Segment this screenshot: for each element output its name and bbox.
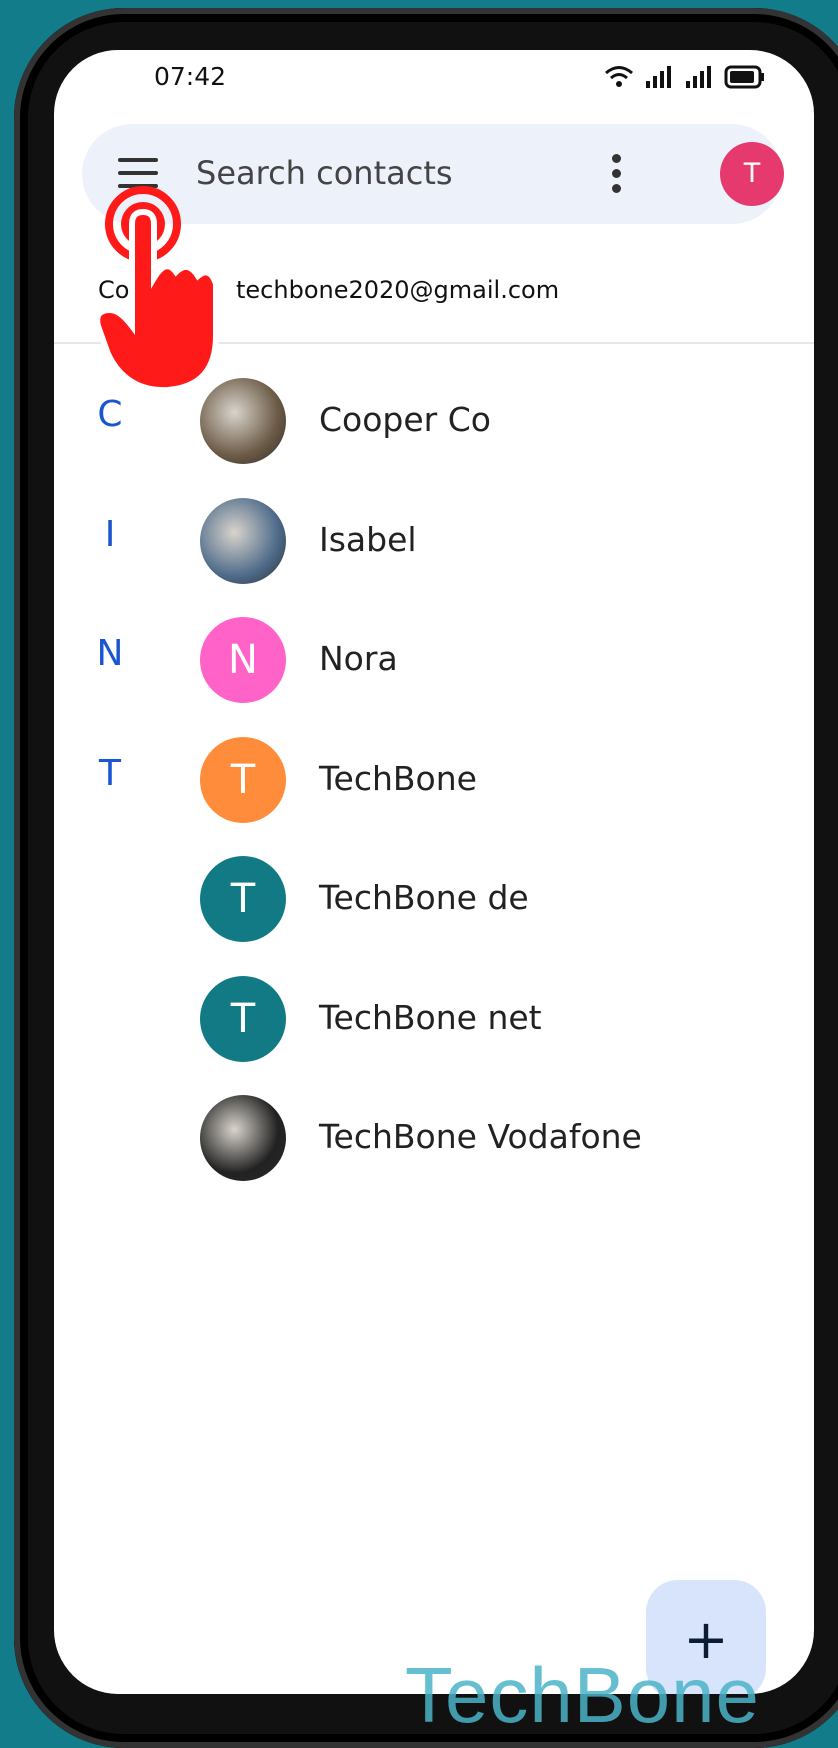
signal-icon bbox=[646, 66, 671, 88]
contact-avatar[interactable]: N bbox=[200, 617, 286, 703]
status-time: 07:42 bbox=[154, 62, 227, 91]
contact-name: TechBone bbox=[319, 758, 477, 798]
section-letter: N bbox=[96, 633, 124, 674]
more-options-icon[interactable] bbox=[610, 154, 622, 194]
contact-name: Cooper Co bbox=[319, 400, 491, 439]
wifi-icon bbox=[605, 66, 633, 87]
contact-name: Nora bbox=[319, 639, 398, 678]
contact-name: TechBone Vodafone bbox=[319, 1117, 642, 1156]
contact-row[interactable]: T TechBone de bbox=[54, 838, 814, 958]
status-icons bbox=[604, 64, 766, 90]
contact-name: TechBone de bbox=[319, 878, 529, 917]
search-input[interactable]: Search contacts bbox=[196, 154, 453, 192]
contact-avatar[interactable] bbox=[200, 497, 286, 584]
account-email: techbone2020@gmail.com bbox=[236, 276, 560, 304]
contact-avatar[interactable]: T bbox=[200, 856, 286, 942]
contact-name: Isabel bbox=[319, 519, 417, 559]
menu-icon[interactable] bbox=[118, 158, 158, 188]
contact-avatar[interactable] bbox=[200, 1095, 286, 1181]
tap-hand-icon bbox=[96, 186, 219, 394]
section-letter: T bbox=[99, 752, 121, 794]
signal-icon-2 bbox=[686, 66, 711, 88]
watermark: TechBone bbox=[405, 1651, 760, 1739]
contact-row[interactable]: T T TechBone bbox=[54, 719, 814, 839]
contact-avatar[interactable]: T bbox=[200, 975, 286, 1062]
section-letter: C bbox=[97, 394, 123, 435]
contact-row[interactable]: TechBone Vodafone bbox=[54, 1077, 814, 1197]
contact-avatar[interactable]: T bbox=[200, 736, 286, 823]
contact-row[interactable]: N N Nora bbox=[54, 599, 814, 719]
section-letter: I bbox=[104, 513, 116, 555]
contact-row[interactable]: I Isabel bbox=[54, 480, 814, 600]
contact-list: C Cooper Co I Isabel N N Nora T T TechBone T TechBo… bbox=[54, 360, 814, 1197]
contact-row[interactable]: T TechBone net bbox=[54, 958, 814, 1078]
status-bar: 07:42 bbox=[54, 50, 814, 110]
contact-name: TechBone net bbox=[319, 997, 542, 1037]
battery-icon bbox=[724, 65, 764, 89]
account-avatar[interactable]: T bbox=[720, 142, 784, 206]
